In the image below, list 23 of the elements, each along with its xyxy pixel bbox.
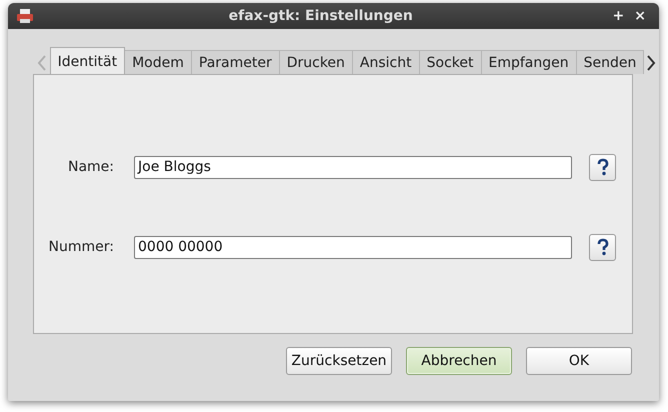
app-icon — [16, 8, 34, 24]
tab[interactable]: Parameter — [190, 50, 280, 74]
close-button[interactable]: × — [629, 6, 651, 26]
question-mark-icon — [596, 158, 610, 176]
field-label: Nummer: — [48, 238, 114, 256]
tab[interactable]: Socket — [418, 50, 482, 74]
tab[interactable]: Empfangen — [480, 50, 577, 74]
dialog-button[interactable]: OK — [526, 347, 632, 375]
question-mark-icon — [596, 238, 610, 256]
text-field[interactable]: 0000 00000 — [134, 236, 572, 258]
tab[interactable]: Ansicht — [352, 50, 420, 74]
text-field[interactable]: Joe Bloggs — [134, 156, 572, 178]
maximize-button[interactable]: + — [608, 6, 630, 26]
help-button[interactable] — [589, 154, 616, 180]
tab[interactable]: Senden — [576, 50, 644, 74]
tab[interactable]: Identität — [50, 47, 126, 74]
help-button[interactable] — [589, 234, 616, 260]
dialog-button[interactable]: Abbrechen — [406, 347, 512, 375]
window-title: efax-gtk: Einstellungen — [228, 6, 414, 26]
tab[interactable]: Modem — [124, 50, 192, 74]
field-label: Name: — [66, 158, 114, 176]
tab[interactable]: Drucken — [278, 50, 353, 74]
dialog-button[interactable]: Zurücksetzen — [286, 347, 392, 375]
